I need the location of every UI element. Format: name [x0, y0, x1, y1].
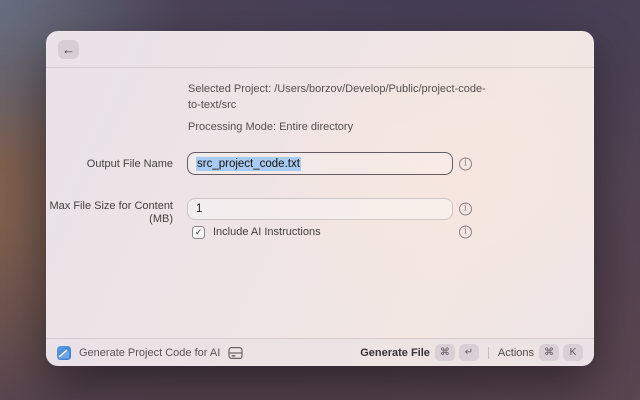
output-file-name-label: Output File Name: [86, 157, 173, 170]
include-ai-label[interactable]: Include AI Instructions: [213, 226, 321, 238]
app-window: ← Selected Project: /Users/borzov/Develo…: [46, 31, 594, 366]
include-ai-checkbox[interactable]: ✓: [192, 225, 205, 239]
actions-button[interactable]: Actions ⌘ K: [498, 344, 583, 361]
info-icon[interactable]: i: [459, 225, 472, 239]
return-key-icon: ↵: [458, 344, 479, 361]
back-arrow-icon: ←: [62, 41, 75, 57]
processing-mode-text: Processing Mode: Entire directory: [188, 121, 354, 133]
max-file-size-input[interactable]: 1: [187, 198, 453, 220]
max-file-size-row: Max File Size for Content (MB) 1 i: [46, 198, 472, 225]
selected-input-text: src_project_code.txt: [196, 156, 301, 171]
command-name: Generate Project Code for AI: [79, 346, 221, 359]
max-file-size-label: Max File Size for Content (MB): [49, 200, 174, 225]
window-header: ←: [46, 31, 594, 68]
command-key-icon: ⌘: [539, 344, 559, 361]
checkmark-icon: ✓: [194, 226, 203, 237]
form-description: Selected Project: /Users/borzov/Develop/…: [188, 81, 494, 141]
selected-project-text: Selected Project: /Users/borzov/Develop/…: [188, 83, 486, 111]
command-key-icon: ⌘: [434, 344, 455, 361]
generate-file-button[interactable]: Generate File ⌘ ↵: [360, 344, 479, 361]
extension-icon: [57, 345, 71, 360]
output-file-name-input[interactable]: src_project_code.txt: [187, 152, 453, 175]
footer-divider: [487, 346, 489, 359]
info-icon[interactable]: i: [459, 202, 472, 216]
output-file-name-row: Output File Name src_project_code.txt i: [46, 152, 472, 175]
info-icon[interactable]: i: [459, 157, 472, 170]
action-bar: Generate Project Code for AI Generate Fi…: [46, 338, 594, 366]
k-key-icon: K: [563, 344, 583, 361]
back-button[interactable]: ←: [58, 39, 79, 59]
drive-icon: [228, 346, 243, 360]
include-ai-row: ✓ Include AI Instructions i: [46, 225, 472, 239]
